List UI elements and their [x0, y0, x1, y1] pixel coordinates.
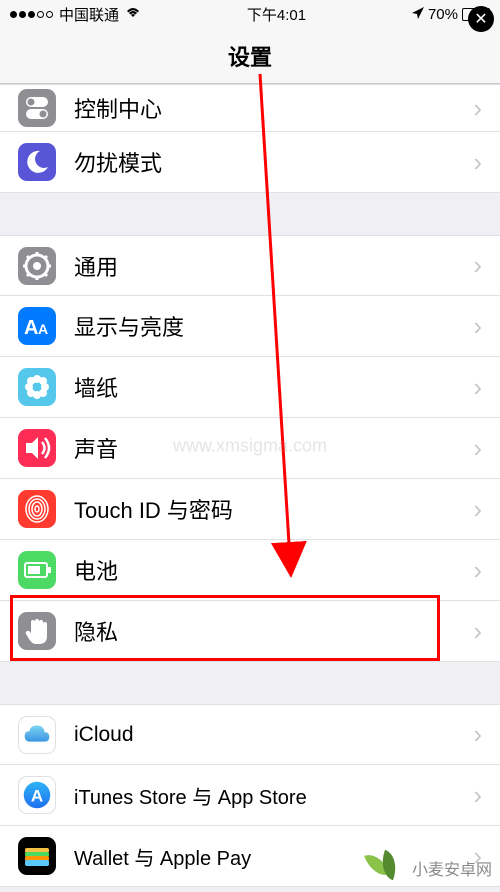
row-wallpaper[interactable]: 墙纸 ›	[0, 357, 500, 418]
chevron-right-icon: ›	[473, 616, 482, 647]
row-label: Touch ID 与密码	[74, 493, 473, 525]
row-sounds[interactable]: 声音 ›	[0, 418, 500, 479]
flower-icon	[18, 368, 56, 406]
chevron-right-icon: ›	[473, 147, 482, 178]
settings-group-0: 控制中心 › 勿扰模式 ›	[0, 84, 500, 193]
hand-icon	[18, 612, 56, 650]
appstore-icon: A	[18, 776, 56, 814]
control-center-icon	[18, 89, 56, 127]
row-touchid[interactable]: Touch ID 与密码 ›	[0, 479, 500, 540]
chevron-right-icon: ›	[473, 719, 482, 750]
wifi-icon	[125, 6, 141, 22]
row-battery[interactable]: 电池 ›	[0, 540, 500, 601]
chevron-right-icon: ›	[473, 494, 482, 525]
status-bar: 中国联通 下午4:01 70%	[0, 0, 500, 28]
moon-icon	[18, 143, 56, 181]
row-label: iTunes Store 与 App Store	[74, 781, 473, 810]
row-label: 勿扰模式	[74, 146, 473, 178]
chevron-right-icon: ›	[473, 311, 482, 342]
row-label: iCloud	[74, 723, 473, 747]
row-icloud[interactable]: iCloud ›	[0, 704, 500, 765]
row-label: 显示与亮度	[74, 310, 473, 342]
row-label: 通用	[74, 250, 473, 282]
battery-pct: 70%	[428, 6, 458, 23]
row-label: 隐私	[74, 615, 473, 647]
fingerprint-icon	[18, 490, 56, 528]
leaf-icon	[364, 852, 406, 884]
watermark-text: 小麦安卓网	[412, 856, 492, 880]
close-button[interactable]: ✕	[468, 6, 494, 32]
row-general[interactable]: 通用 ›	[0, 235, 500, 296]
watermark-bottom: 小麦安卓网	[364, 852, 492, 884]
svg-text:A: A	[38, 321, 48, 337]
row-label: 控制中心	[74, 92, 473, 124]
speaker-icon	[18, 429, 56, 467]
row-control-center[interactable]: 控制中心 ›	[0, 84, 500, 132]
row-display[interactable]: AA 显示与亮度 ›	[0, 296, 500, 357]
page-title: 设置	[0, 28, 500, 84]
chevron-right-icon: ›	[473, 93, 482, 124]
chevron-right-icon: ›	[473, 433, 482, 464]
row-privacy[interactable]: 隐私 ›	[0, 601, 500, 662]
status-left: 中国联通	[10, 4, 141, 25]
svg-text:A: A	[31, 787, 43, 806]
cloud-icon	[18, 716, 56, 754]
row-dnd[interactable]: 勿扰模式 ›	[0, 132, 500, 193]
chevron-right-icon: ›	[473, 780, 482, 811]
status-time: 下午4:01	[247, 4, 306, 25]
chevron-right-icon: ›	[473, 555, 482, 586]
svg-text:A: A	[24, 317, 38, 339]
signal-icon	[10, 11, 53, 18]
settings-group-1: 通用 › AA 显示与亮度 › 墙纸 › 声音 › Touch ID 与密码 ›…	[0, 235, 500, 662]
row-itunes[interactable]: A iTunes Store 与 App Store ›	[0, 765, 500, 826]
gear-icon	[18, 247, 56, 285]
chevron-right-icon: ›	[473, 372, 482, 403]
row-label: 电池	[74, 554, 473, 586]
carrier-label: 中国联通	[59, 4, 119, 25]
location-icon	[412, 7, 424, 22]
battery-icon	[18, 551, 56, 589]
row-label: 墙纸	[74, 371, 473, 403]
row-label: 声音	[74, 432, 473, 464]
chevron-right-icon: ›	[473, 250, 482, 281]
text-size-icon: AA	[18, 307, 56, 345]
wallet-icon	[18, 837, 56, 875]
